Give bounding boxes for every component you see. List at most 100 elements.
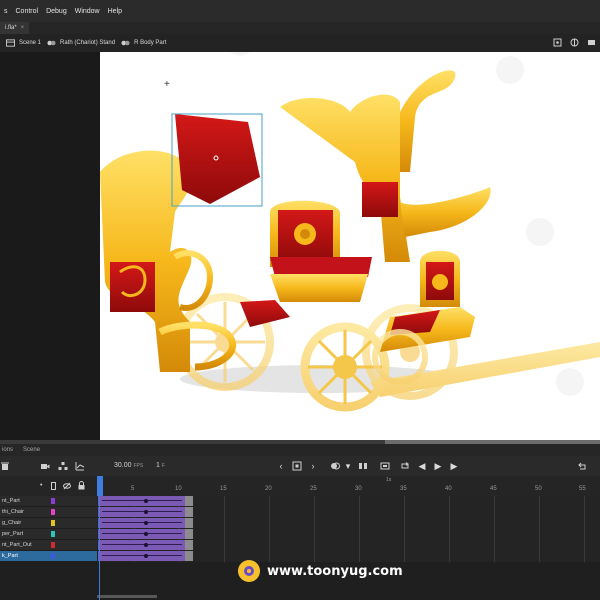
symbol-icon	[121, 40, 130, 46]
layer-row[interactable]: per_Part	[0, 529, 97, 540]
layer-color-swatch[interactable]	[51, 498, 55, 504]
layer-color-swatch[interactable]	[51, 520, 55, 526]
current-frame-display[interactable]: 1 F	[156, 462, 165, 469]
chevron-down-icon[interactable]: ▾	[343, 461, 353, 471]
breadcrumb-scene-label: Scene 1	[19, 40, 42, 46]
keyframe[interactable]	[144, 499, 148, 503]
stage-center-icon[interactable]	[553, 38, 562, 47]
chevron-right-icon[interactable]: ›	[308, 461, 318, 471]
undo-icon[interactable]	[577, 461, 587, 471]
edit-bar: Scene 1 Rath (Chariot) Stand R Body Part	[0, 34, 600, 52]
chevron-left-icon[interactable]: ‹	[276, 461, 286, 471]
ruler-label: 55	[579, 486, 586, 492]
watermark-banner: www.toonyug.com	[238, 560, 403, 582]
tween-arrow	[102, 555, 182, 556]
eye-icon[interactable]	[63, 482, 71, 490]
layer-row[interactable]: thi_Chair	[0, 507, 97, 518]
menu-item-window[interactable]: Window	[75, 8, 100, 15]
grid-line	[449, 496, 450, 562]
keyframe[interactable]	[144, 521, 148, 525]
zoom-icon[interactable]	[587, 38, 596, 47]
tween-span[interactable]	[98, 507, 191, 517]
lock-icon[interactable]	[78, 481, 85, 490]
layer-row[interactable]: g_Chair	[0, 518, 97, 529]
layer-name: nt_Part_Out	[2, 542, 32, 548]
tween-span[interactable]	[98, 551, 191, 561]
step-forward-icon[interactable]: ▶	[449, 461, 459, 471]
tween-span[interactable]	[98, 518, 191, 528]
span-end	[185, 529, 193, 539]
tween-arrow	[102, 544, 182, 545]
layer-row[interactable]: nt_Part	[0, 496, 97, 507]
tab-scene[interactable]: Scene	[23, 447, 40, 453]
timeline-toolbar: 30.00 FPS 1 F ‹ › ▾ ◀ ▶ ▶	[0, 456, 600, 476]
ruler-label: 30	[355, 486, 362, 492]
breadcrumb-scene[interactable]: Scene 1	[6, 39, 41, 47]
breadcrumb-symbol-stand-label: Rath (Chariot) Stand	[60, 40, 116, 46]
ruler-label: 20	[265, 486, 272, 492]
ruler-label: 45	[490, 486, 497, 492]
frame-rate-display[interactable]: 30.00 FPS	[114, 462, 143, 469]
ruler-label: 25	[310, 486, 317, 492]
stage[interactable]: +	[100, 52, 600, 440]
edit-multiple-frames-icon[interactable]	[358, 461, 368, 471]
tab-timeline[interactable]: ions	[2, 447, 13, 453]
layer-color-swatch[interactable]	[51, 553, 55, 559]
breadcrumb-symbol-stand[interactable]: Rath (Chariot) Stand	[47, 39, 115, 47]
grid-line	[494, 496, 495, 562]
layer-parenting-icon[interactable]	[58, 461, 68, 471]
keyframe[interactable]	[144, 543, 148, 547]
graph-icon[interactable]	[75, 461, 85, 471]
layer-name: g_Chair	[2, 520, 22, 526]
loop-icon[interactable]	[400, 461, 410, 471]
span-end	[185, 551, 193, 561]
keyframe[interactable]	[144, 554, 148, 558]
center-chair	[270, 200, 372, 302]
document-tab[interactable]: i.fla* ×	[0, 22, 30, 34]
layer-color-swatch[interactable]	[51, 509, 55, 515]
tween-arrow	[102, 533, 182, 534]
menu-item-debug[interactable]: Debug	[46, 8, 67, 15]
menu-item-control[interactable]: Control	[16, 8, 39, 15]
ruler-label: 50	[535, 486, 542, 492]
ruler-label: 15	[220, 486, 227, 492]
onion-skin-icon[interactable]	[330, 461, 340, 471]
step-back-icon[interactable]: ◀	[417, 461, 427, 471]
keyframe[interactable]	[144, 510, 148, 514]
timeline-tab-bar: ions Scene	[0, 444, 600, 456]
layer-row[interactable]: nt_Part_Out	[0, 540, 97, 551]
playhead-line	[99, 496, 100, 600]
insert-keyframe-icon[interactable]	[380, 461, 390, 471]
breadcrumb-symbol-body[interactable]: R Body Part	[121, 39, 166, 47]
grid-line	[269, 496, 270, 562]
close-icon[interactable]: ×	[21, 25, 25, 31]
delete-layer-icon[interactable]	[0, 461, 10, 471]
grid-line	[359, 496, 360, 562]
keyframe[interactable]	[144, 532, 148, 536]
frame-grid[interactable]	[97, 496, 600, 562]
layer-name: per_Part	[2, 531, 24, 537]
document-tab-label: i.fla*	[5, 25, 17, 31]
tween-span[interactable]	[98, 529, 191, 539]
clip-icon[interactable]	[570, 38, 579, 47]
fps-unit: FPS	[133, 463, 144, 469]
timeline-scrollbar[interactable]	[97, 595, 157, 598]
edit-bar-tools	[553, 38, 596, 47]
layer-row-selected[interactable]: k_Part	[0, 551, 97, 562]
breadcrumb-symbol-body-label: R Body Part	[134, 40, 167, 46]
layer-name: thi_Chair	[2, 509, 25, 515]
layer-color-swatch[interactable]	[51, 542, 55, 548]
center-frame-icon[interactable]	[292, 461, 302, 471]
layer-color-swatch[interactable]	[51, 531, 55, 537]
layer-header: •	[0, 476, 97, 496]
tween-span[interactable]	[98, 496, 191, 506]
outline-icon[interactable]	[51, 482, 56, 490]
play-icon[interactable]: ▶	[433, 461, 443, 471]
show-all-icon[interactable]: •	[40, 482, 42, 489]
menu-item-help[interactable]: Help	[108, 8, 122, 15]
camera-icon[interactable]	[40, 461, 50, 471]
tween-span[interactable]	[98, 540, 191, 550]
playhead[interactable]	[97, 476, 103, 496]
menu-item-partial[interactable]: s	[4, 8, 8, 15]
fps-value: 30.00	[114, 462, 132, 469]
